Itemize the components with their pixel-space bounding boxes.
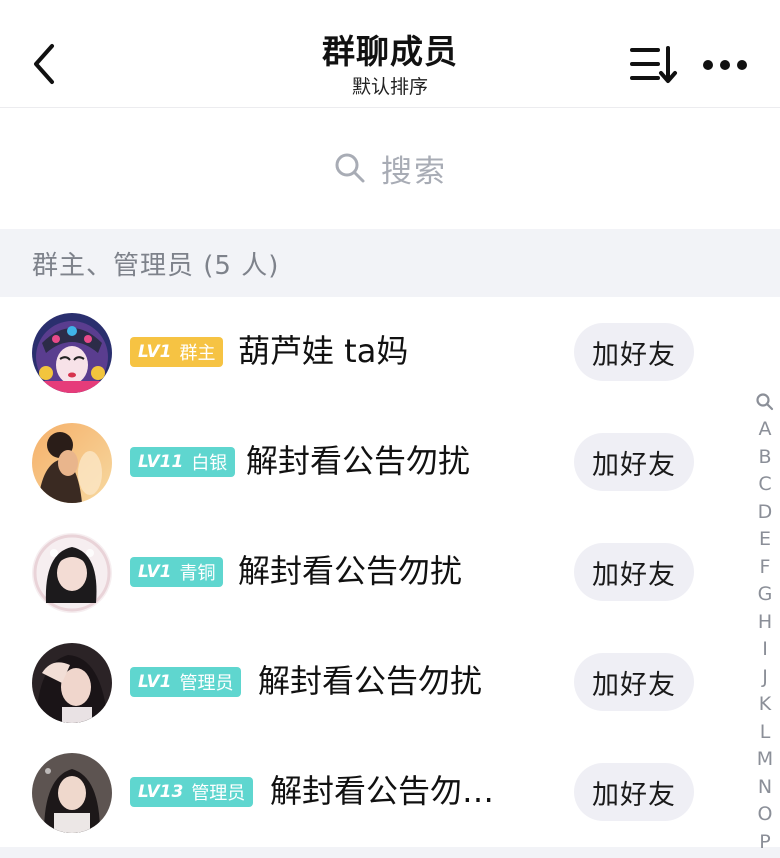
avatar[interactable] [32,753,112,833]
member-row[interactable]: LV1 管理员 解封看公告勿扰 加好友 [0,627,780,737]
alphabet-index-bar[interactable]: ABCDEFGHIJKLMNOP [750,392,780,856]
member-row[interactable]: LV11 白银 解封看公告勿扰 加好友 [0,407,780,517]
add-friend-button[interactable]: 加好友 [574,323,694,381]
index-letter-p[interactable]: P [750,829,780,857]
add-friend-button[interactable]: 加好友 [574,433,694,491]
member-name: 葫芦娃 ta妈 [238,332,409,370]
level-text: LV1 [138,672,172,692]
level-text: LV13 [138,782,184,802]
member-row[interactable]: LV13 管理员 解封看公告勿… 加好友 [0,737,780,847]
role-text: 管理员 [179,673,234,694]
member-name: 解封看公告勿扰 [246,442,471,480]
add-friend-button[interactable]: 加好友 [574,543,694,601]
member-row[interactable]: LV1 青铜 解封看公告勿扰 加好友 [0,517,780,627]
search-bar[interactable]: 搜索 [0,108,780,228]
bottom-divider [0,847,780,858]
member-name: 解封看公告勿扰 [238,552,463,590]
member-row[interactable]: LV1 群主 葫芦娃 ta妈 加好友 [0,297,780,407]
member-list: LV1 群主 葫芦娃 ta妈 加好友 LV11 白银 解封看公告勿扰 加好友 L… [0,297,780,847]
index-letters: ABCDEFGHIJKLMNOP [750,416,780,856]
index-letter-a[interactable]: A [750,416,780,444]
index-letter-d[interactable]: D [750,499,780,527]
index-letter-l[interactable]: L [750,719,780,747]
index-letter-n[interactable]: N [750,774,780,802]
level-badge: LV13 管理员 [130,777,254,807]
level-text: LV1 [138,342,172,362]
index-letter-e[interactable]: E [750,526,780,554]
role-text: 群主 [179,343,216,364]
search-inner: 搜索 [333,146,447,191]
level-badge: LV11 白银 [130,447,236,477]
index-letter-c[interactable]: C [750,471,780,499]
level-text: LV1 [138,562,172,582]
index-letter-m[interactable]: M [750,746,780,774]
member-name: 解封看公告勿扰 [258,662,483,700]
level-badge: LV1 管理员 [130,667,242,697]
search-icon [335,153,365,183]
index-letter-b[interactable]: B [750,444,780,472]
index-letter-j[interactable]: J [750,664,780,692]
add-friend-button[interactable]: 加好友 [574,763,694,821]
index-letter-g[interactable]: G [750,581,780,609]
section-header-admins: 群主、管理员 (5 人) [0,229,780,297]
role-text: 青铜 [179,563,216,584]
search-icon[interactable] [755,392,775,412]
sort-icon[interactable] [628,44,680,86]
section-label: 群主、管理员 (5 人) [32,250,280,281]
level-text: LV11 [138,452,184,472]
index-letter-f[interactable]: F [750,554,780,582]
index-letter-k[interactable]: K [750,691,780,719]
member-name: 解封看公告勿… [270,772,495,810]
index-letter-h[interactable]: H [750,609,780,637]
avatar[interactable] [32,533,112,613]
level-badge: LV1 青铜 [130,557,224,587]
nav-header: 群聊成员 默认排序 [0,0,780,108]
role-text: 白银 [191,453,228,474]
avatar[interactable] [32,643,112,723]
avatar[interactable] [32,313,112,393]
role-text: 管理员 [191,783,246,804]
search-placeholder: 搜索 [381,153,447,190]
level-badge: LV1 群主 [130,337,224,367]
add-friend-button[interactable]: 加好友 [574,653,694,711]
more-dots-icon[interactable] [700,52,750,78]
index-letter-i[interactable]: I [750,636,780,664]
avatar[interactable] [32,423,112,503]
index-letter-o[interactable]: O [750,801,780,829]
